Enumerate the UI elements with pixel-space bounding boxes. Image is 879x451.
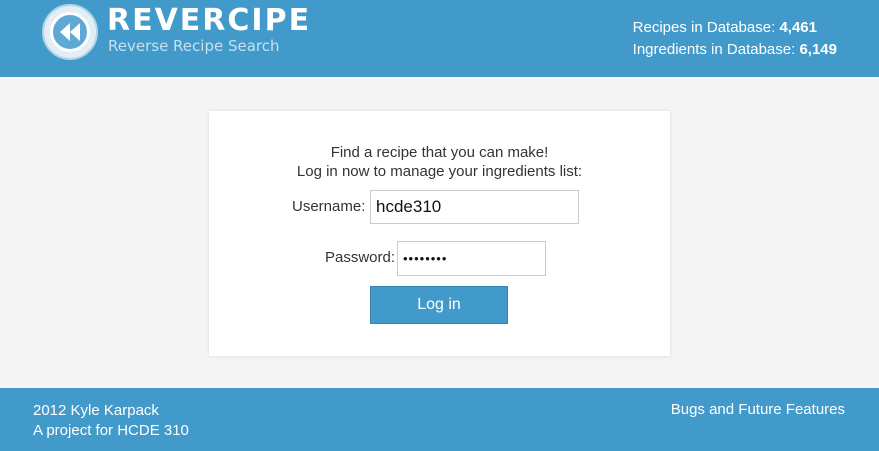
brand-title[interactable]: REVERCIPE	[107, 3, 311, 39]
footer-copyright: 2012 Kyle Karpack	[33, 402, 159, 419]
database-stats: Recipes in Database: 4,461 Ingredients i…	[633, 17, 837, 61]
rewind-icon	[60, 23, 80, 41]
ingredients-stat-value: 6,149	[799, 41, 837, 58]
login-button[interactable]: Log in	[370, 286, 508, 324]
password-input[interactable]	[397, 241, 546, 276]
recipes-stat: Recipes in Database: 4,461	[633, 17, 837, 39]
site-header: REVERCIPE Reverse Recipe Search Recipes …	[0, 0, 879, 77]
footer-credits: 2012 Kyle Karpack A project for HCDE 310	[33, 401, 189, 441]
password-label: Password:	[325, 249, 396, 266]
intro-line-2: Log in now to manage your ingredients li…	[296, 163, 583, 180]
ingredients-stat: Ingredients in Database: 6,149	[633, 39, 837, 61]
recipes-stat-value: 4,461	[779, 19, 817, 36]
ingredients-stat-label: Ingredients in Database:	[632, 41, 796, 58]
site-footer: 2012 Kyle Karpack A project for HCDE 310…	[0, 388, 879, 451]
brand-subtitle: Reverse Recipe Search	[108, 37, 280, 55]
username-input[interactable]	[370, 190, 579, 224]
logo[interactable]	[42, 4, 98, 60]
recipes-stat-label: Recipes in Database:	[632, 19, 776, 36]
login-card: Find a recipe that you can make! Log in …	[209, 111, 670, 356]
footer-project: A project for HCDE 310	[33, 422, 189, 439]
intro-line-1: Find a recipe that you can make!	[330, 144, 549, 161]
login-intro: Find a recipe that you can make! Log in …	[209, 143, 670, 181]
bugs-features-link[interactable]: Bugs and Future Features	[671, 401, 845, 418]
username-label: Username:	[292, 198, 366, 215]
